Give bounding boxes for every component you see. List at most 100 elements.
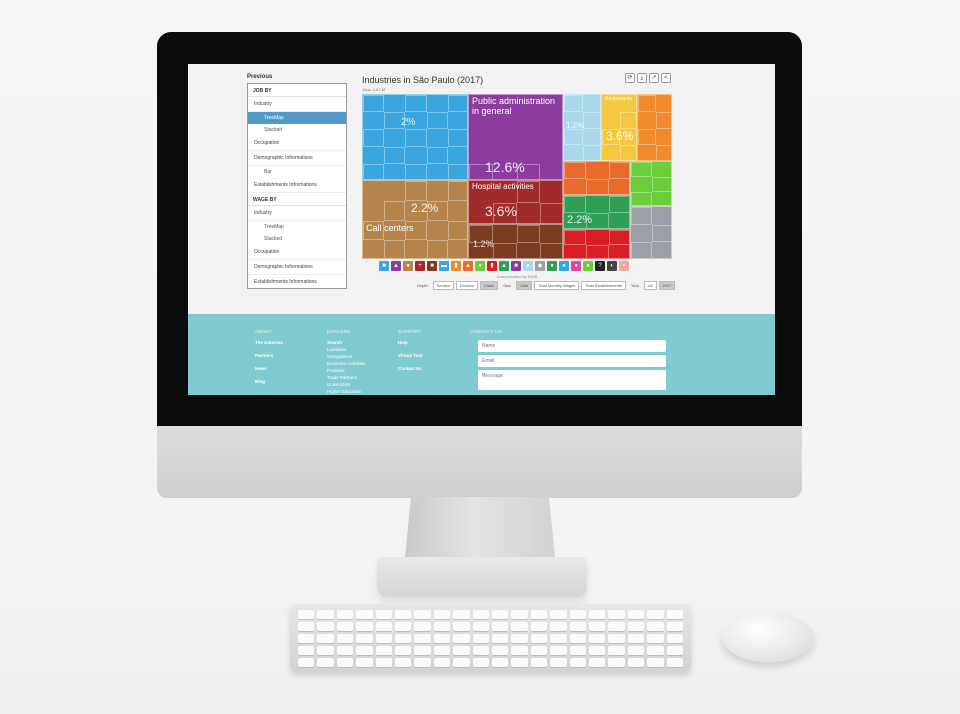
tourism-icon[interactable]: ◐ [607,261,617,271]
sidebar-item-occupation[interactable]: Occupation [248,245,346,260]
energy-icon[interactable]: ● [547,261,557,271]
treemap-tile[interactable]: Hospital activities 3.6% [468,180,563,224]
sidebar-item-establishments-informations[interactable]: Establishments Informations [248,178,346,193]
treemap-tile[interactable]: Public administration in general 12.6% [468,94,563,180]
keyboard-key [356,634,373,643]
footer-explore-link[interactable]: Trade Partners [327,375,366,380]
treemap-subtile [583,145,600,160]
footer-support-link[interactable]: Help [398,340,423,345]
admin-icon[interactable]: ■ [511,261,521,271]
treemap-tile[interactable]: 1.2% [468,224,563,259]
depth-option[interactable]: Class [480,281,499,290]
footer-explore-link[interactable]: Products [327,368,366,373]
footer-explore-link[interactable]: Locations [327,347,366,352]
depth-option[interactable]: Section [432,281,455,290]
services-icon[interactable]: ■ [427,261,437,271]
footer-about-link[interactable]: Partners [255,353,283,358]
treemap-tile[interactable]: 2% [362,94,468,180]
size-option[interactable]: Total Establishments [581,281,626,290]
footer-about-link[interactable]: Blog [255,379,283,384]
organization-icon[interactable]: ? [595,261,605,271]
utilities-icon[interactable]: ▮ [487,261,497,271]
construction-icon[interactable]: ■ [379,261,389,271]
mouse [722,612,814,662]
sidebar-item-demographic-informations[interactable]: Demographic Informations [248,151,346,166]
keyboard-key [298,610,315,619]
water-icon[interactable]: ● [559,261,569,271]
sidebar-item-industry[interactable]: Industry [248,97,346,112]
keyboard-key [627,610,645,619]
treemap-subtile [405,163,427,179]
keyboard-key [588,646,606,655]
footer-explore-link[interactable]: Occupations [327,354,366,359]
sidebar-subitem-treemap[interactable]: TreeMap [248,112,346,124]
household-icon[interactable]: ● [583,261,593,271]
keyboard-key [453,646,470,655]
mining-icon[interactable]: ◆ [535,261,545,271]
trade-icon[interactable]: ● [403,261,413,271]
treemap-tile[interactable] [630,206,672,259]
depth-option[interactable]: Division [456,281,479,290]
finance-icon[interactable]: ● [475,261,485,271]
size-option[interactable]: Total Monthly Wages [534,281,580,290]
keyboard-key [472,658,489,667]
keyboard-key [666,634,683,643]
footer-explore-link[interactable]: Higher Education [327,389,366,394]
keyboard-key [336,658,354,667]
sidebar-item-establishments-informations[interactable]: Establishments Informations [248,275,346,288]
sidebar-item-occupation[interactable]: Occupation [248,136,346,151]
footer-about-link[interactable]: News [255,366,283,371]
treemap-tile[interactable]: 1.2% [563,94,601,161]
sidebar-item-industry[interactable]: Industry [248,206,346,221]
footer-explore-link[interactable]: Economic Activities [327,361,366,366]
embed-button[interactable]: < [661,73,671,83]
treemap-subtile [426,112,448,130]
keyboard-key [588,658,606,667]
health-icon[interactable]: + [415,261,425,271]
share-button[interactable]: ↗ [649,73,659,83]
sidebar-subitem-stacked[interactable]: Stacked [248,233,346,245]
sidebar-subitem-treemap[interactable]: TreeMap [248,221,346,233]
refresh-button[interactable]: ⟳ [625,73,635,83]
treemap-tile[interactable] [563,229,630,259]
treemap-tile[interactable] [637,94,672,161]
treemap-subtile [631,207,652,225]
footer-explore-link[interactable]: Universities [327,382,366,387]
treemap-tile[interactable]: 2.2% [563,195,630,229]
keyboard-key [569,658,586,667]
treemap-tile[interactable] [630,161,672,206]
footer-support-link[interactable]: Virtual Tour [398,353,423,358]
treemap-tile[interactable]: Call centers 2.2% [362,180,468,259]
footer-support-link[interactable]: Contact Us [398,366,423,371]
leisure-icon[interactable]: ● [523,261,533,271]
sidebar-item-demographic-informations[interactable]: Demographic Informations [248,260,346,275]
treemap-subtile [620,111,636,129]
size-option[interactable]: Jobs [515,281,533,290]
food-icon[interactable]: ● [571,261,581,271]
research-icon[interactable]: ▲ [499,261,509,271]
footer-about-link[interactable]: The Dataviva [255,340,283,345]
data-source-note: Data provided by RAIS [496,274,538,279]
other-icon[interactable]: ▪ [619,261,629,271]
treemap-tile-label: Restaurants [605,96,632,102]
name-field[interactable] [478,340,666,352]
agriculture-icon[interactable]: ▲ [391,261,401,271]
sidebar-subitem-stacked[interactable]: Stacked [248,124,346,136]
depth-label: Depth [417,283,428,288]
message-field[interactable] [478,370,666,390]
industry-icon[interactable]: ▮ [451,261,461,271]
year-option[interactable]: All [644,281,657,290]
download-button[interactable]: ⤓ [637,73,647,83]
education-icon[interactable]: ▲ [463,261,473,271]
treemap-tile[interactable]: Restaurants 3.6% [601,94,637,161]
treemap-subtile [384,240,406,258]
keyboard-key [394,658,412,667]
keyboard-key [530,646,548,655]
keyboard-key [336,646,354,655]
email-field[interactable] [478,355,666,367]
footer-explore-link[interactable]: Search [327,340,366,345]
sidebar-subitem-bar[interactable]: Bar [248,166,346,178]
year-option[interactable]: 2017 [658,281,676,290]
treemap-tile[interactable] [563,161,630,195]
transport-icon[interactable]: ▬ [439,261,449,271]
